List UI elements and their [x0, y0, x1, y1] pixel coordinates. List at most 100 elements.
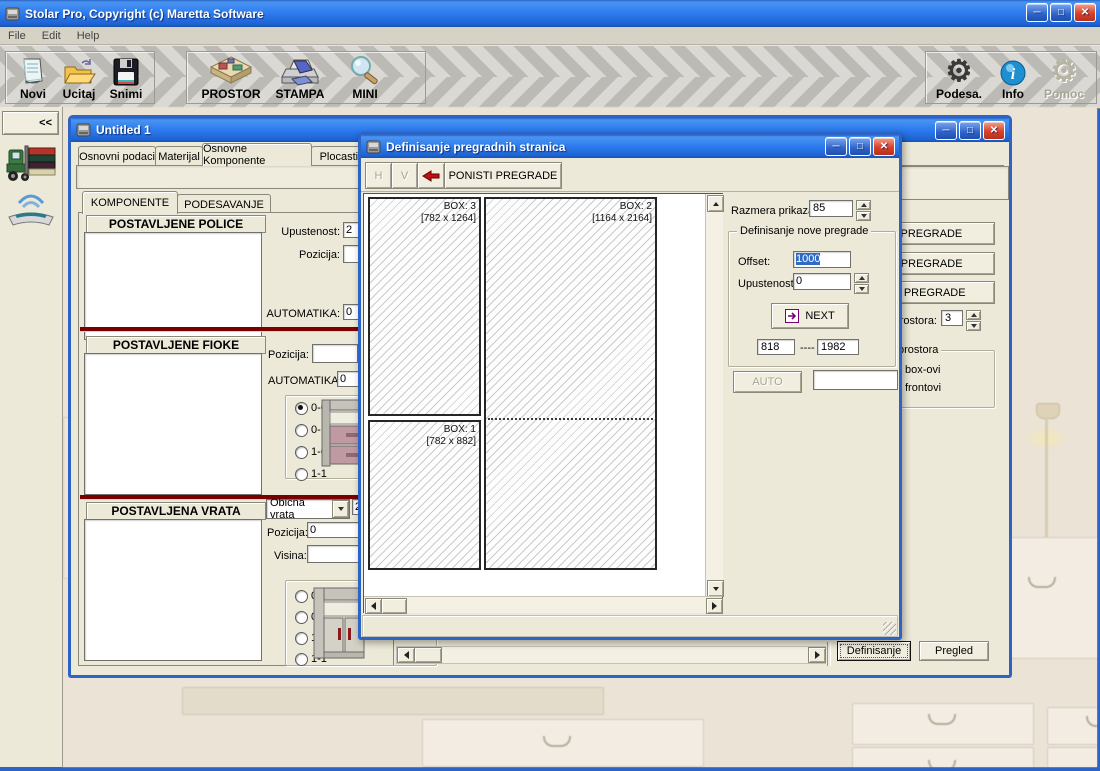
vrata-radio-0-0[interactable]: [295, 590, 308, 603]
pregrade-canvas[interactable]: BOX: 3[782 x 1264] BOX: 2[1164 x 2164] B…: [363, 193, 723, 613]
ponisti-pregrade-button[interactable]: PONISTI PREGRADE: [444, 162, 562, 189]
snimi-button[interactable]: Snimi: [104, 53, 148, 101]
sidebar-forklift-button[interactable]: [4, 139, 58, 187]
subtab-komponente[interactable]: KOMPONENTE: [82, 191, 178, 214]
canvas-hscrollbar[interactable]: [364, 596, 722, 613]
auto-field[interactable]: [813, 370, 898, 390]
range-to-field[interactable]: 1982: [817, 339, 859, 355]
resize-grip[interactable]: [883, 622, 896, 635]
sidebar-scanner-button[interactable]: [4, 189, 58, 231]
auto-button[interactable]: AUTO: [733, 371, 802, 393]
v-split-button[interactable]: V: [391, 162, 418, 189]
undo-arrow-button[interactable]: [417, 162, 445, 189]
stampa-button[interactable]: STAMPA: [269, 53, 331, 101]
spin-up-icon[interactable]: [966, 310, 981, 320]
toolbar-group-file: Novi Ucitaj Snimi: [5, 51, 155, 104]
novi-label: Novi: [20, 87, 46, 101]
app-close-button[interactable]: ✕: [1074, 3, 1096, 22]
hscroll-right-button[interactable]: [808, 647, 826, 663]
new-pregrada-dotted-line: [488, 418, 653, 420]
dialog-upustenost-field[interactable]: 0: [793, 273, 851, 290]
app-maximize-button[interactable]: □: [1050, 3, 1072, 22]
hscroll-thumb[interactable]: [414, 647, 442, 663]
canvas-vscrollbar[interactable]: [705, 194, 723, 596]
range-from-field[interactable]: 818: [757, 339, 795, 355]
fioke-listbox[interactable]: [84, 353, 262, 495]
app-minimize-button[interactable]: ─: [1026, 3, 1048, 22]
frontovi-label: frontovi: [905, 382, 941, 394]
doc-minimize-button[interactable]: ─: [935, 121, 957, 140]
canvas-hscroll-right-button[interactable]: [706, 598, 723, 614]
box-2[interactable]: BOX: 2[1164 x 2164]: [484, 197, 657, 570]
menu-file[interactable]: File: [8, 30, 26, 42]
fioke-radio-1-0[interactable]: [295, 446, 308, 459]
razmera-spin-down-icon[interactable]: [856, 211, 871, 221]
dialog-icon: [366, 140, 381, 154]
offset-field[interactable]: 1000: [793, 251, 851, 268]
podesa-button[interactable]: ⚙ Podesa.: [930, 53, 988, 101]
vrata-tip-dropdown[interactable]: Obicna vrata: [266, 499, 350, 519]
spin-down-icon[interactable]: [966, 321, 981, 331]
hscroll-left-button[interactable]: [397, 647, 415, 663]
vrata-radio-0-1[interactable]: [295, 611, 308, 624]
canvas-hscroll-left-button[interactable]: [365, 598, 382, 614]
ucitaj-label: Ucitaj: [63, 87, 96, 101]
canvas-hscroll-thumb[interactable]: [381, 598, 407, 614]
help-ring-icon: ⚙: [1051, 53, 1078, 87]
dialog-close-button[interactable]: ✕: [873, 137, 895, 156]
pomoc-button[interactable]: ⚙ Pomoc: [1038, 53, 1090, 101]
app-titlebar: Stolar Pro, Copyright (c) Maretta Softwa…: [0, 0, 1100, 27]
upustenost-spin-down-icon[interactable]: [854, 284, 869, 294]
vrata-radio-1-1[interactable]: [295, 653, 308, 666]
prostor-button[interactable]: PROSTOR: [197, 53, 265, 101]
subtab-podesavanje[interactable]: PODESAVANJE: [177, 194, 271, 214]
snimi-label: Snimi: [110, 87, 143, 101]
info-button[interactable]: i Info: [992, 53, 1034, 101]
prostora-spinner-buttons[interactable]: [966, 310, 981, 331]
doc-close-button[interactable]: ✕: [983, 121, 1005, 140]
next-button[interactable]: NEXT: [771, 303, 849, 329]
sidebar-collapse-button[interactable]: <<: [2, 111, 59, 135]
police-automatika-label: AUTOMATIKA:: [251, 308, 340, 320]
dropdown-arrow-icon[interactable]: [332, 500, 349, 518]
tab-osnovni-podaci[interactable]: Osnovni podaci: [78, 146, 156, 166]
box-3[interactable]: BOX: 3[782 x 1264]: [368, 197, 481, 416]
vscroll-down-button[interactable]: [707, 580, 724, 597]
vrata-listbox[interactable]: [84, 519, 262, 661]
tab-materijal[interactable]: Materijal: [155, 146, 203, 166]
vrata-radio-1-0[interactable]: [295, 632, 308, 645]
vscroll-up-button[interactable]: [707, 195, 724, 212]
razmera-field[interactable]: 85: [809, 200, 853, 217]
menu-edit[interactable]: Edit: [42, 30, 61, 42]
upustenost-spinner[interactable]: [854, 273, 869, 294]
h-split-button[interactable]: H: [365, 162, 392, 189]
floppy-icon: [112, 53, 140, 87]
fioke-radio-0-1[interactable]: [295, 424, 308, 437]
novi-button[interactable]: Novi: [12, 53, 54, 101]
tab-osnovne-komponente[interactable]: Osnovne Komponente: [202, 143, 312, 166]
fioke-radio-0-0[interactable]: [295, 402, 308, 415]
mini-button[interactable]: MINI: [339, 53, 391, 101]
doc-maximize-button[interactable]: □: [959, 121, 981, 140]
notepad-icon: [18, 53, 48, 87]
pregled-button[interactable]: Pregled: [919, 641, 989, 661]
dialog-titlebar: Definisanje pregradnih stranica ─ □ ✕: [361, 135, 899, 158]
razmera-spin-up-icon[interactable]: [856, 200, 871, 210]
upustenost-spin-up-icon[interactable]: [854, 273, 869, 283]
magnifier-icon: [347, 53, 383, 87]
menu-help[interactable]: Help: [77, 30, 100, 42]
police-listbox[interactable]: [84, 232, 262, 340]
dialog-maximize-button[interactable]: □: [849, 137, 871, 156]
red-back-arrow-icon: [422, 170, 440, 182]
dialog-minimize-button[interactable]: ─: [825, 137, 847, 156]
fioke-pozicija-field[interactable]: [312, 344, 358, 363]
next-arrow-icon: [785, 309, 799, 323]
definisanje-button[interactable]: Definisanje: [837, 641, 911, 661]
fioke-radio-1-1[interactable]: [295, 468, 308, 481]
box-1[interactable]: BOX: 1[782 x 882]: [368, 420, 481, 570]
prostor-label: PROSTOR: [201, 87, 260, 101]
ucitaj-button[interactable]: Ucitaj: [56, 53, 102, 101]
doc-hscrollbar[interactable]: [396, 646, 826, 664]
razmera-spinner[interactable]: [856, 200, 871, 221]
prostora-spinner-field[interactable]: 3: [941, 310, 963, 326]
